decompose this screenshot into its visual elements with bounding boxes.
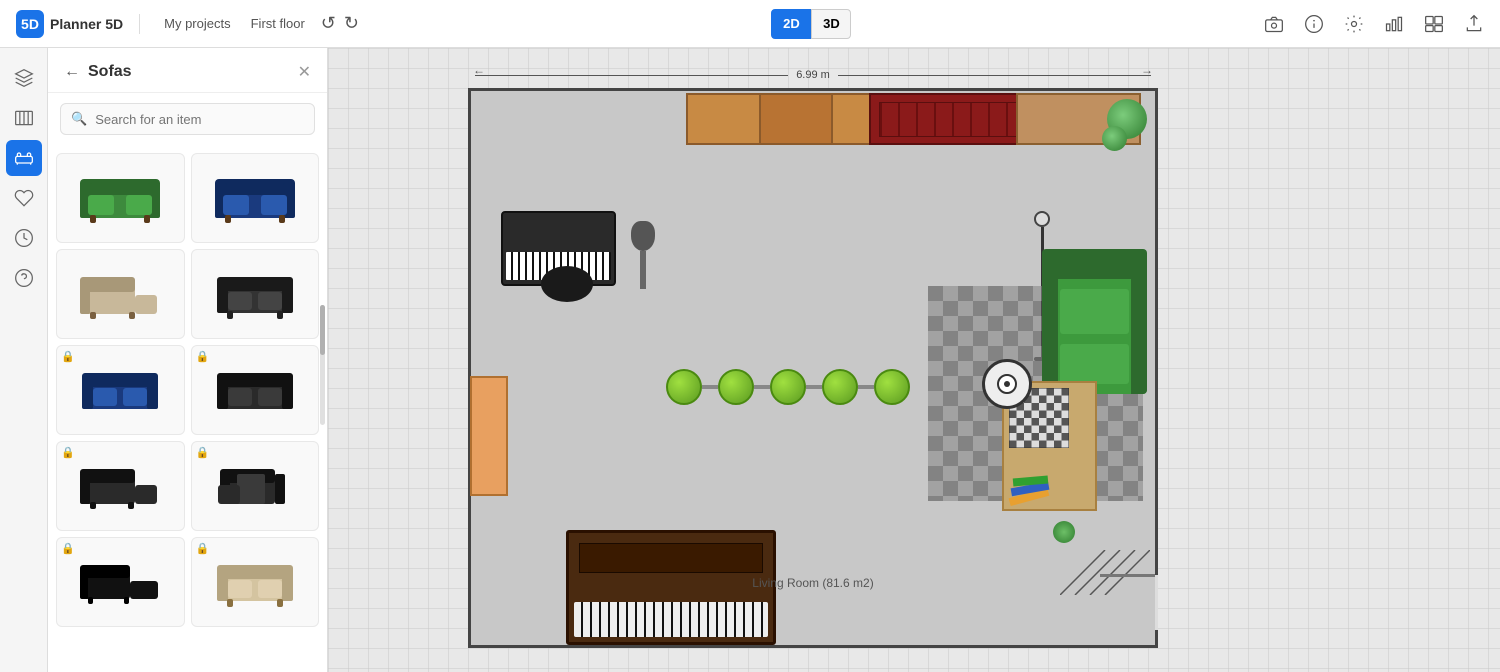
room-label: Living Room (81.6 m2)	[752, 576, 873, 590]
export-icon	[1464, 14, 1484, 34]
list-item[interactable]	[56, 153, 185, 243]
panel-title: Sofas	[88, 63, 132, 81]
nav-links: My projects First floor	[164, 16, 305, 31]
undo-redo-group: ↺ ↻	[321, 13, 359, 34]
measure-arrow-right: →	[1141, 63, 1153, 77]
clock-target	[982, 359, 1032, 409]
red-cabinet	[869, 93, 1029, 145]
sofa-navy-svg	[215, 171, 295, 226]
doorway-right	[1155, 575, 1158, 630]
sofa-beige-chaise-svg	[80, 267, 160, 322]
measure-arrow-left: ←	[473, 63, 485, 77]
sofa-icon	[14, 148, 34, 168]
walls-icon	[14, 108, 34, 128]
list-item[interactable]	[191, 249, 320, 339]
measurement-text: 6.99 m	[796, 69, 830, 81]
search-bar[interactable]: 🔍	[60, 103, 315, 135]
lock-icon: 🔒	[196, 446, 210, 459]
view-3d-button[interactable]: 3D	[811, 9, 851, 39]
nav-first-floor[interactable]: First floor	[251, 16, 305, 31]
info-icon	[1304, 14, 1324, 34]
lock-icon: 🔒	[196, 542, 210, 555]
gear-icon	[1344, 14, 1364, 34]
black-oval	[541, 266, 593, 302]
measurement-label: 6.99 m	[471, 69, 1155, 81]
list-item[interactable]: 🔒	[191, 345, 320, 435]
list-item[interactable]: 🔒	[56, 345, 185, 435]
app-logo[interactable]: 5D Planner 5D	[16, 10, 123, 38]
export-icon-button[interactable]	[1464, 14, 1484, 34]
multi-window-icon	[1424, 14, 1444, 34]
tool-help[interactable]	[6, 260, 42, 296]
search-input[interactable]	[95, 112, 304, 127]
app-title: Planner 5D	[50, 16, 123, 32]
share-icon-button[interactable]	[1424, 14, 1444, 34]
crosshatch-area	[1060, 550, 1150, 595]
stats-icon-button[interactable]	[1384, 14, 1404, 34]
help-icon	[14, 268, 34, 288]
left-toolbar	[0, 48, 48, 672]
floor-plan[interactable]: 6.99 m ← →	[468, 88, 1158, 648]
items-grid: 🔒 🔒	[48, 145, 327, 635]
clock-icon	[14, 228, 34, 248]
books-on-table	[1009, 466, 1059, 501]
guitar-stand	[629, 221, 657, 289]
list-item[interactable]	[191, 153, 320, 243]
list-item[interactable]: 🔒	[191, 537, 320, 627]
plant-top-right-2	[1102, 126, 1127, 151]
list-item[interactable]: 🔒	[191, 441, 320, 531]
heart-icon	[14, 188, 34, 208]
piano-bottom	[566, 530, 776, 645]
panel-back-button[interactable]: ←	[64, 63, 80, 81]
view-2d-button[interactable]: 2D	[771, 9, 811, 39]
logo-box: 5D	[16, 10, 44, 38]
panel-close-button[interactable]: ✕	[298, 62, 311, 82]
orange-cabinet	[470, 376, 508, 496]
main-canvas[interactable]: 6.99 m ← →	[328, 48, 1500, 672]
search-icon: 🔍	[71, 111, 87, 127]
sofa-dark-small-svg	[215, 363, 295, 418]
list-item[interactable]: 🔒	[56, 441, 185, 531]
camera-icon-button[interactable]	[1264, 14, 1284, 34]
tool-items[interactable]	[6, 140, 42, 176]
info-icon-button[interactable]	[1304, 14, 1324, 34]
door-threshold	[1100, 574, 1155, 577]
navbar: 5D Planner 5D My projects First floor ↺ …	[0, 0, 1500, 48]
sofa-black-chaise-svg	[80, 555, 160, 610]
redo-button[interactable]: ↻	[344, 13, 359, 34]
lock-icon: 🔒	[196, 350, 210, 363]
sofa-dark-chaise2-svg	[215, 459, 295, 514]
undo-button[interactable]: ↺	[321, 13, 336, 34]
sofa-dark-svg	[215, 267, 295, 322]
sofa-navy-small-svg	[80, 363, 160, 418]
tool-walls[interactable]	[6, 100, 42, 136]
panel-header: ← Sofas ✕	[48, 48, 327, 93]
items-scrollthumb	[320, 305, 325, 355]
cube-icon	[14, 68, 34, 88]
nav-my-projects[interactable]: My projects	[164, 16, 230, 31]
panel-title-row: ← Sofas	[64, 63, 132, 81]
small-plant-table	[1053, 521, 1075, 543]
stats-icon	[1384, 14, 1404, 34]
list-item[interactable]	[56, 249, 185, 339]
sofa-beige-svg	[215, 555, 295, 610]
list-item[interactable]: 🔒	[56, 537, 185, 627]
tool-history[interactable]	[6, 220, 42, 256]
tool-favorites[interactable]	[6, 180, 42, 216]
nav-toolbar-icons	[1264, 14, 1484, 34]
green-sofa-room	[1042, 249, 1147, 394]
tool-3d-view[interactable]	[6, 60, 42, 96]
lock-icon: 🔒	[61, 542, 75, 555]
nav-divider-1	[139, 14, 140, 34]
view-toggle: 2D 3D	[771, 9, 851, 39]
camera-icon	[1264, 14, 1284, 34]
lock-icon: 🔒	[61, 446, 75, 459]
items-scrollbar[interactable]	[320, 305, 325, 425]
speakers-row	[666, 369, 910, 405]
lock-icon: 🔒	[61, 350, 75, 363]
settings-icon-button[interactable]	[1344, 14, 1364, 34]
sofa-green-svg	[80, 171, 160, 226]
sofa-dark-chaise-svg	[80, 459, 160, 514]
item-panel: ← Sofas ✕ 🔍	[48, 48, 328, 672]
